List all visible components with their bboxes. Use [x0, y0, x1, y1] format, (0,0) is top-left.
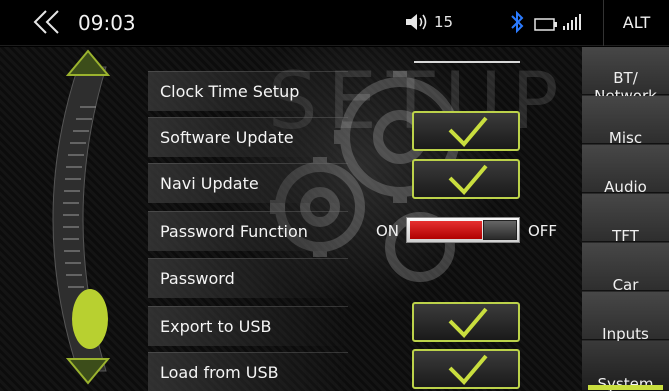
list-item-password-function[interactable]: Password Function: [148, 211, 348, 251]
export-to-usb-button[interactable]: [412, 302, 520, 342]
list-item-load-from-usb[interactable]: Load from USB: [148, 352, 348, 391]
tab-misc[interactable]: Misc: [582, 96, 669, 147]
top-divider: [414, 61, 520, 63]
tab-tft[interactable]: TFT: [582, 194, 669, 245]
list-item-navi-update[interactable]: Navi Update: [148, 163, 348, 203]
bluetooth-icon: [510, 9, 524, 35]
list-item-label: Password: [160, 269, 235, 288]
list-item-label: Clock Time Setup: [160, 82, 300, 101]
navi-update-button[interactable]: [412, 159, 520, 199]
tab-bt-network[interactable]: BT/ Network: [582, 47, 669, 105]
toggle-off-label: OFF: [528, 222, 558, 240]
clock: 09:03: [78, 11, 136, 35]
list-item-label: Navi Update: [160, 174, 259, 193]
battery-icon: [534, 16, 558, 31]
checkmark-icon: [448, 116, 488, 147]
settings-panel: SETUP Clock Time Setup Software Update N…: [0, 47, 582, 391]
toggle-on-label: ON: [376, 222, 400, 240]
list-item-label: Export to USB: [160, 317, 272, 336]
checkmark-icon: [448, 164, 488, 195]
category-tabs: BT/ Network Misc Audio TFT Car Inputs Sy…: [582, 47, 669, 391]
tab-car[interactable]: Car: [582, 243, 669, 294]
tab-system[interactable]: System: [582, 341, 669, 391]
software-update-button[interactable]: [412, 111, 520, 151]
list-item-software-update[interactable]: Software Update: [148, 117, 348, 157]
checkmark-icon: [448, 307, 488, 338]
scroll-arc-slider[interactable]: [38, 47, 138, 391]
list-item-export-to-usb[interactable]: Export to USB: [148, 306, 348, 346]
back-button[interactable]: [32, 8, 62, 36]
list-item-label: Password Function: [160, 222, 308, 241]
password-function-toggle[interactable]: [406, 217, 520, 243]
status-bar: 09:03 15 ALT: [0, 0, 669, 46]
list-item-password[interactable]: Password: [148, 258, 348, 298]
toggle-fill: [410, 221, 482, 239]
list-item-label: Software Update: [160, 128, 294, 147]
load-from-usb-button[interactable]: [412, 349, 520, 389]
list-item-label: Load from USB: [160, 363, 279, 382]
tab-inputs[interactable]: Inputs: [582, 292, 669, 343]
signal-strength-icon: [562, 12, 586, 31]
checkmark-icon: [448, 354, 488, 385]
toggle-knob[interactable]: [483, 220, 517, 240]
double-chevron-left-icon: [33, 10, 59, 34]
active-tab-indicator: [588, 385, 663, 390]
volume-icon[interactable]: [404, 11, 430, 33]
list-item-clock-time-setup[interactable]: Clock Time Setup: [148, 71, 348, 111]
alt-button[interactable]: ALT: [603, 0, 669, 46]
tab-audio[interactable]: Audio: [582, 145, 669, 196]
volume-level: 15: [434, 13, 454, 31]
